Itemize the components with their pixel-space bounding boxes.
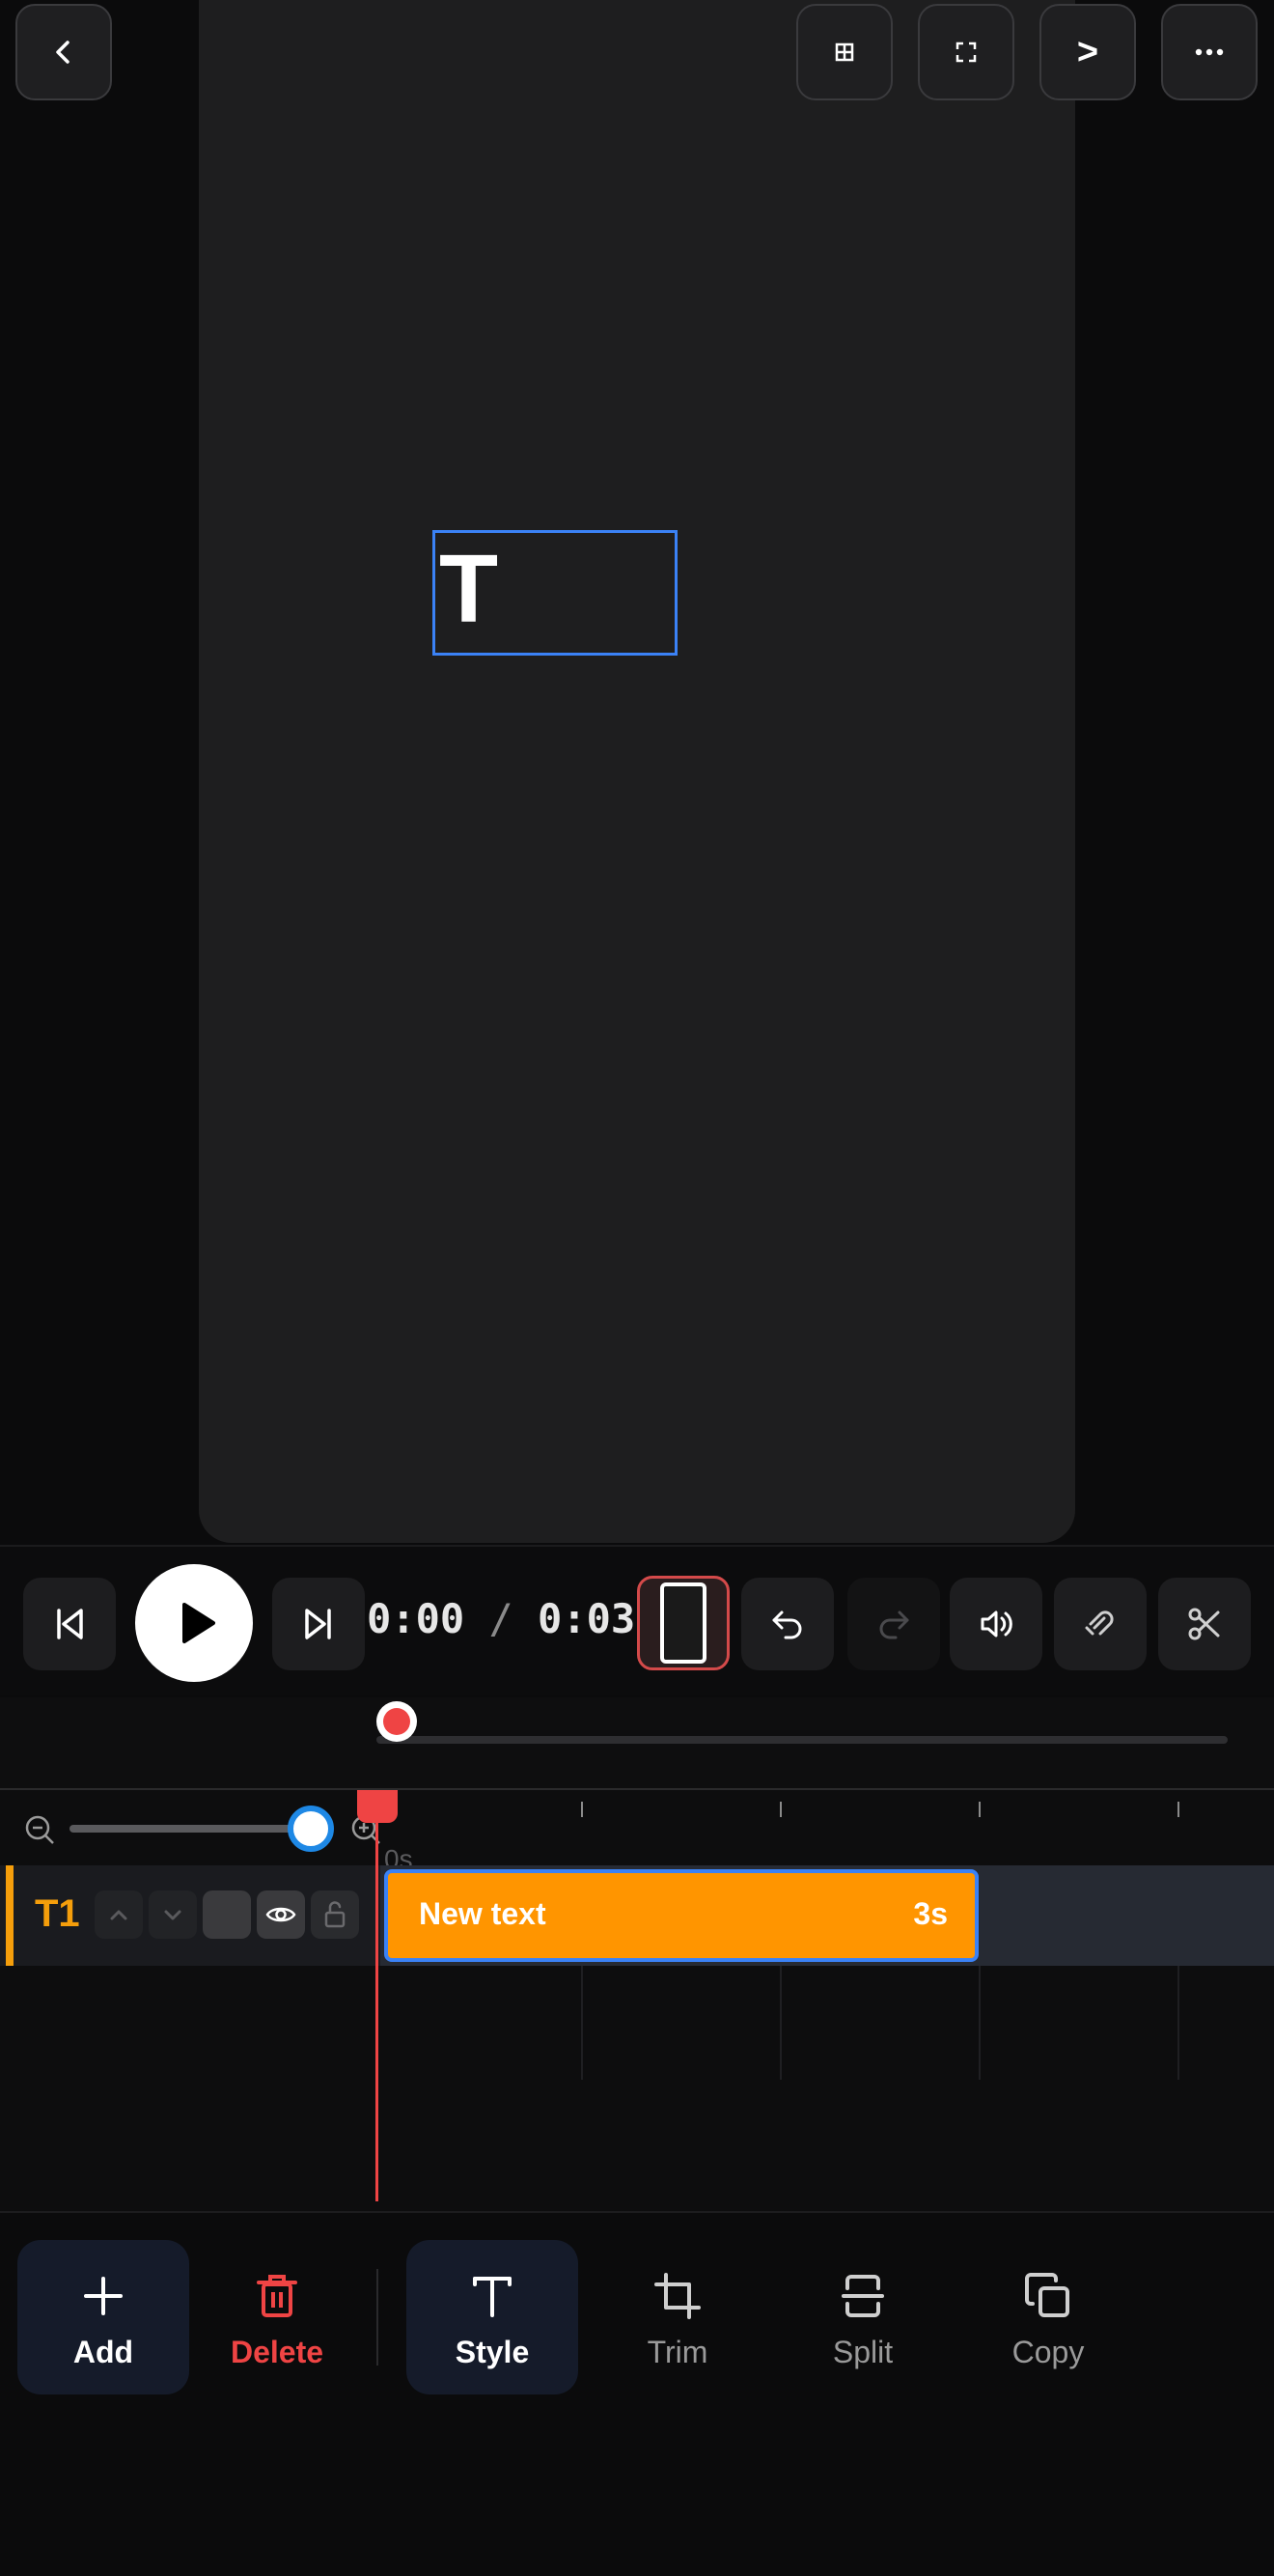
- zoom-slider-handle[interactable]: [288, 1806, 334, 1852]
- volume-button[interactable]: [950, 1578, 1042, 1670]
- undo-icon: [772, 1610, 802, 1639]
- copy-button[interactable]: Copy: [962, 2240, 1134, 2394]
- ruler-tick: [780, 1802, 782, 1817]
- play-button[interactable]: [135, 1564, 253, 1682]
- redo-icon: [879, 1610, 909, 1639]
- trim-label: Trim: [647, 2335, 708, 2369]
- skip-forward-icon: [305, 1609, 331, 1639]
- fullscreen-icon: [956, 42, 977, 63]
- zoom-out-icon[interactable]: [23, 1813, 56, 1846]
- skip-to-end-button[interactable]: [272, 1578, 365, 1670]
- delete-label: Delete: [230, 2335, 324, 2369]
- crop-icon: [654, 2273, 701, 2319]
- clip-label: New text: [419, 1896, 546, 1931]
- preview-text-element[interactable]: T: [432, 530, 678, 656]
- time-ruler[interactable]: 0s: [380, 1790, 1274, 1874]
- skip-to-start-button[interactable]: [23, 1578, 116, 1670]
- time-separator: /: [488, 1595, 513, 1642]
- grid-icon: [835, 42, 854, 62]
- track-accent-bar: [6, 1865, 14, 1966]
- total-time: 0:03: [538, 1595, 636, 1642]
- split-button[interactable]: Split: [777, 2240, 949, 2394]
- track-lock-button[interactable]: [311, 1890, 359, 1939]
- zoom-slider-track[interactable]: [69, 1825, 313, 1833]
- trim-button[interactable]: Trim: [592, 2240, 763, 2394]
- track-color-swatch[interactable]: [203, 1890, 251, 1939]
- ruler-tick: [581, 1802, 583, 1817]
- clip-duration: 3s: [913, 1896, 948, 1931]
- cut-button[interactable]: [1158, 1578, 1251, 1670]
- next-label: >: [1076, 31, 1099, 72]
- timeline-panel: 0s T1 New text 3s: [0, 1788, 1274, 2211]
- copy-icon: [1025, 2273, 1069, 2317]
- scrub-bar[interactable]: [0, 1697, 1274, 1790]
- portrait-ratio-icon: [660, 1582, 706, 1664]
- magnet-icon: [1085, 1610, 1114, 1636]
- undo-button[interactable]: [741, 1578, 834, 1670]
- move-track-up-button[interactable]: [95, 1890, 143, 1939]
- playhead[interactable]: [375, 1790, 378, 2201]
- text-icon: [473, 2277, 512, 2317]
- more-horizontal-icon: [1195, 48, 1224, 56]
- playback-controls: 0:00 / 0:03: [0, 1545, 1274, 1695]
- next-button[interactable]: >: [1039, 4, 1136, 100]
- current-time: 0:00: [367, 1595, 465, 1642]
- move-track-down-button[interactable]: [149, 1890, 197, 1939]
- preview-text: T: [439, 535, 499, 643]
- add-label: Add: [72, 2335, 134, 2369]
- track-label: T1: [35, 1892, 80, 1935]
- split-label: Split: [832, 2335, 894, 2369]
- playhead-handle[interactable]: [357, 1790, 398, 1823]
- text-clip[interactable]: New text 3s: [384, 1869, 979, 1962]
- play-icon: [182, 1603, 215, 1643]
- trash-icon: [257, 2275, 297, 2317]
- snap-magnet-button[interactable]: [1054, 1578, 1147, 1670]
- add-button[interactable]: Add: [17, 2240, 189, 2394]
- more-button[interactable]: [1161, 4, 1258, 100]
- grid-button[interactable]: [796, 4, 893, 100]
- chevron-down-icon: [164, 1910, 181, 1920]
- copy-label: Copy: [1011, 2335, 1085, 2369]
- unlock-icon: [324, 1901, 346, 1928]
- redo-button[interactable]: [847, 1578, 940, 1670]
- scrub-handle[interactable]: [376, 1701, 417, 1742]
- split-icon: [842, 2275, 884, 2317]
- back-button[interactable]: [15, 4, 112, 100]
- bottom-toolbar-divider-top: [0, 2211, 1274, 2213]
- scrub-track: [376, 1736, 1228, 1744]
- track-row: T1 New text 3s: [0, 1865, 1274, 1966]
- style-label: Style: [455, 2335, 530, 2369]
- ruler-tick: [979, 1802, 981, 1817]
- style-button[interactable]: Style: [406, 2240, 578, 2394]
- delete-button[interactable]: Delete: [191, 2240, 363, 2394]
- volume-icon: [981, 1610, 1012, 1638]
- chevron-left-icon: [56, 41, 69, 64]
- aspect-ratio-button[interactable]: [637, 1576, 730, 1670]
- toolbar-divider: [376, 2269, 378, 2366]
- preview-canvas[interactable]: [199, 0, 1075, 1543]
- chevron-up-icon: [110, 1910, 127, 1920]
- track-visibility-button[interactable]: [257, 1890, 305, 1939]
- skip-back-icon: [57, 1609, 83, 1639]
- plus-icon: [84, 2277, 123, 2315]
- scissors-icon: [1188, 1608, 1220, 1640]
- eye-icon: [265, 1907, 296, 1922]
- fullscreen-button[interactable]: [918, 4, 1014, 100]
- ruler-tick: [1177, 1802, 1179, 1817]
- time-display: 0:00 / 0:03: [367, 1595, 635, 1642]
